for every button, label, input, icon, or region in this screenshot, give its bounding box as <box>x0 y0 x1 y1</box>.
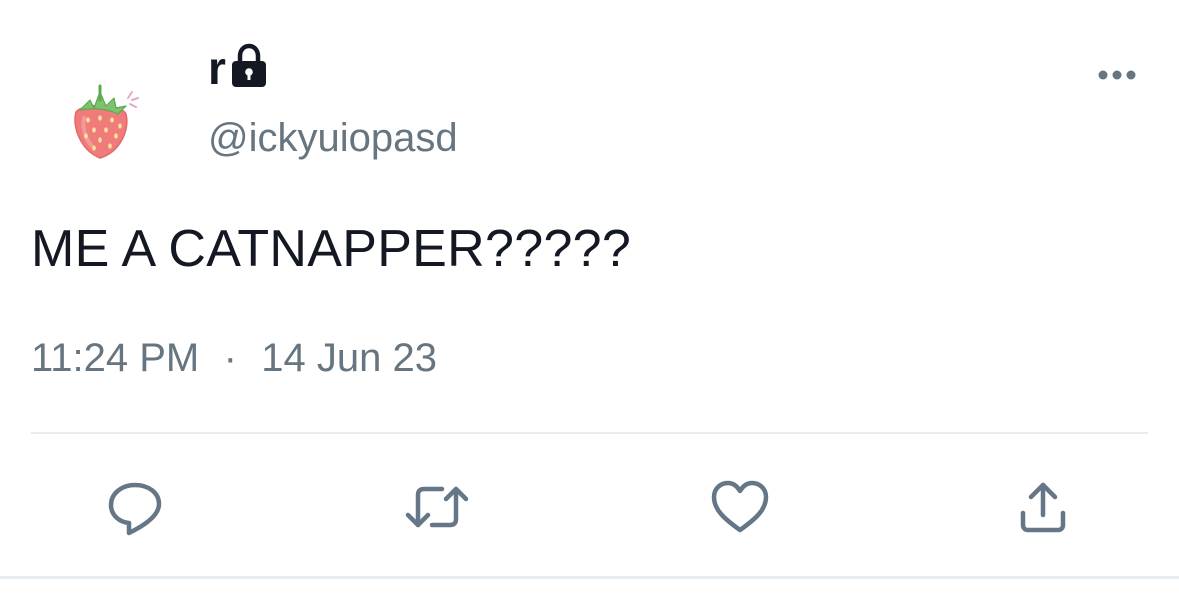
tweet-date: 14 Jun 23 <box>261 336 437 380</box>
lock-icon <box>231 43 266 87</box>
avatar[interactable] <box>62 70 146 170</box>
divider <box>31 432 1148 434</box>
action-bar <box>0 470 1179 550</box>
share-button[interactable] <box>1008 470 1078 544</box>
tweet-text: ME A CATNAPPER????? <box>31 220 632 278</box>
retweet-icon <box>405 486 469 528</box>
bottom-border <box>0 576 1179 579</box>
share-icon <box>1020 482 1066 533</box>
separator-dot: · <box>223 336 237 380</box>
display-name: r <box>208 42 226 94</box>
reply-icon <box>108 482 162 536</box>
strawberry-avatar-icon <box>74 84 139 159</box>
reply-button[interactable] <box>100 470 170 544</box>
retweet-button[interactable] <box>402 470 472 544</box>
tweet: r @ickyuiopasd ME A CATNAPPER????? 11:24… <box>0 0 1179 597</box>
user-handle[interactable]: @ickyuiopasd <box>208 112 458 164</box>
like-button[interactable] <box>705 470 775 544</box>
more-horizontal-icon <box>1098 70 1136 80</box>
tweet-timestamp[interactable]: 11:24 PM · 14 Jun 23 <box>31 330 437 386</box>
author-name-row[interactable]: r <box>208 38 268 98</box>
more-options-button[interactable] <box>1090 58 1144 92</box>
heart-icon <box>711 480 769 533</box>
tweet-time: 11:24 PM <box>31 336 200 380</box>
